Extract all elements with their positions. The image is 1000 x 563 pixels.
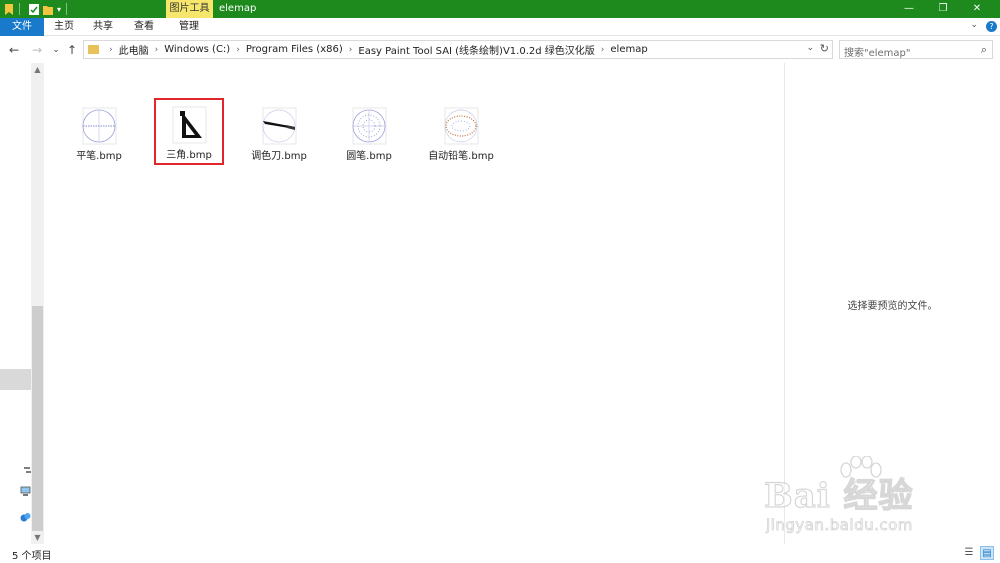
nav-selected-item[interactable] <box>0 369 31 390</box>
recent-locations-button[interactable]: ⌄ <box>48 42 64 58</box>
auto-pencil-icon <box>442 107 480 145</box>
round-brush-icon <box>350 107 388 145</box>
large-icons-view-icon[interactable]: ▤ <box>980 546 994 560</box>
baidu-watermark: Bai 经验 jingyan.baidu.com <box>763 456 954 546</box>
file-name: 平笔.bmp <box>76 151 122 162</box>
tab-share[interactable]: 共享 <box>88 18 118 36</box>
flat-brush-icon <box>80 107 118 145</box>
customize-qat-icon[interactable]: ▾ <box>57 5 61 14</box>
file-item[interactable]: 自动铅笔.bmp <box>426 99 496 162</box>
properties-icon[interactable] <box>29 3 39 15</box>
triangle-ruler-icon <box>170 106 208 144</box>
crumb-sai-folder[interactable]: Easy Paint Tool SAI (线条绘制)V1.0.2d 绿色汉化版 <box>358 42 594 57</box>
file-item[interactable]: 调色刀.bmp <box>244 99 314 162</box>
status-bar: 5 个项目 ☰ ▤ <box>0 544 1000 563</box>
tab-file[interactable]: 文件 <box>0 18 44 36</box>
crumb-elemap[interactable]: elemap <box>610 44 647 55</box>
crumb-separator-icon[interactable]: › <box>109 45 113 55</box>
crumb-separator-icon[interactable]: › <box>236 45 240 55</box>
crumb-separator-icon[interactable]: › <box>601 45 605 55</box>
file-name: 自动铅笔.bmp <box>428 151 494 162</box>
crumb-separator-icon[interactable]: › <box>155 45 159 55</box>
help-icon[interactable]: ? <box>986 21 997 32</box>
ribbon-expand-icon[interactable]: ⌄ <box>970 20 978 30</box>
back-button[interactable]: ← <box>6 42 22 58</box>
watermark-url: jingyan.baidu.com <box>766 516 913 535</box>
file-name: 调色刀.bmp <box>251 151 307 162</box>
computer-icon[interactable] <box>20 486 31 497</box>
file-item[interactable]: 圆笔.bmp <box>334 99 404 162</box>
search-input[interactable]: 搜索"elemap" ⌕ <box>839 40 993 59</box>
tab-view[interactable]: 查看 <box>129 18 159 36</box>
new-folder-icon[interactable] <box>43 4 53 15</box>
preview-empty-message: 选择要预览的文件。 <box>847 301 938 312</box>
scroll-thumb[interactable] <box>32 306 43 531</box>
close-button[interactable]: ✕ <box>960 0 994 18</box>
restore-button[interactable]: ❐ <box>926 0 960 18</box>
file-name: 三角.bmp <box>166 150 212 161</box>
address-dropdown-icon[interactable]: ⌄ <box>806 43 814 53</box>
file-item[interactable]: 平笔.bmp <box>64 99 134 162</box>
crumb-windows-c[interactable]: Windows (C:) <box>164 44 230 55</box>
file-item-selected[interactable]: 三角.bmp <box>154 98 224 165</box>
scroll-down-icon[interactable]: ▼ <box>31 533 44 542</box>
nav-scrollbar[interactable]: ▲ ▼ <box>31 63 44 544</box>
file-list[interactable]: 平笔.bmp 三角.bmp 调色刀.bmp 圆笔.bmp 自动铅笔.bmp <box>45 63 784 544</box>
forward-button[interactable]: → <box>29 42 45 58</box>
bookmark-icon[interactable] <box>4 3 14 15</box>
minimize-button[interactable]: — <box>892 0 926 18</box>
crumb-separator-icon[interactable]: › <box>349 45 353 55</box>
item-count: 5 个项目 <box>12 551 52 562</box>
details-view-icon[interactable]: ☰ <box>962 546 976 560</box>
window-title: elemap <box>219 3 257 14</box>
search-icon[interactable]: ⌕ <box>981 43 987 57</box>
quick-access-toolbar: ▾ <box>0 0 72 18</box>
watermark-brand: Bai 经验 <box>763 475 914 516</box>
file-name: 圆笔.bmp <box>346 151 392 162</box>
title-bar: ▾ 图片工具 elemap — ❐ ✕ <box>0 0 1000 18</box>
refresh-icon[interactable]: ↻ <box>820 42 829 55</box>
address-bar[interactable]: › 此电脑 › Windows (C:) › Program Files (x8… <box>83 40 833 59</box>
toolbar-divider <box>19 3 20 15</box>
ribbon-tabs: 文件 主页 共享 查看 管理 ⌄ ? <box>0 18 1000 36</box>
navigation-bar: ← → ⌄ ↑ › 此电脑 › Windows (C:) › Program F… <box>0 37 1000 63</box>
scroll-up-icon[interactable]: ▲ <box>31 65 44 74</box>
toolbar-divider <box>66 3 68 15</box>
tab-manage[interactable]: 管理 <box>172 18 206 36</box>
up-button[interactable]: ↑ <box>64 42 80 58</box>
picture-tools-tab[interactable]: 图片工具 <box>166 0 213 18</box>
tab-home[interactable]: 主页 <box>50 18 78 36</box>
crumb-program-files[interactable]: Program Files (x86) <box>246 44 343 55</box>
homegroup-icon[interactable] <box>20 512 31 523</box>
search-placeholder: 搜索"elemap" <box>844 48 911 59</box>
folder-icon <box>88 45 99 54</box>
crumb-this-pc[interactable]: 此电脑 <box>119 42 149 57</box>
palette-knife-icon <box>260 107 298 145</box>
